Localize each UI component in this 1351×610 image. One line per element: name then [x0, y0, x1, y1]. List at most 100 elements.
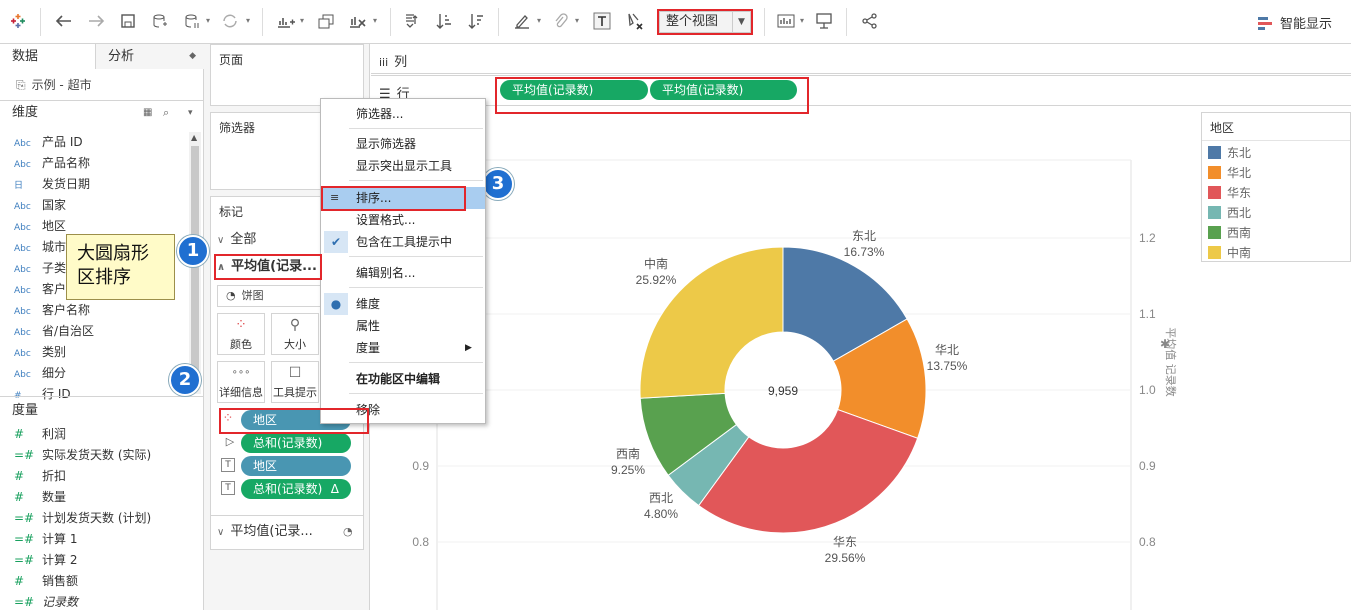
chevron-down-icon[interactable]: ▾: [575, 16, 583, 25]
menu-item-measure[interactable]: 度量 ▶: [321, 337, 485, 359]
slice-percent-label[interactable]: 16.73%: [844, 245, 885, 259]
measure-item[interactable]: # 折扣: [0, 466, 190, 487]
slice-name-label[interactable]: 华北: [935, 343, 959, 357]
menu-item-edit-in-shelf[interactable]: 在功能区中编辑: [321, 368, 485, 390]
legend-item[interactable]: 中南: [1208, 243, 1251, 263]
tab-analysis[interactable]: 分析 ◆: [96, 44, 204, 69]
chevron-down-icon[interactable]: ▾: [300, 16, 308, 25]
paperclip-icon[interactable]: [548, 9, 572, 33]
menu-item-edit-alias[interactable]: 编辑别名...: [321, 262, 485, 284]
slice-name-label[interactable]: 中南: [644, 256, 668, 271]
tooltip-button[interactable]: ☐ 工具提示: [271, 361, 319, 403]
chevron-down-icon[interactable]: ▾: [373, 16, 381, 25]
dimension-item[interactable]: Abc 产品 ID: [0, 132, 190, 153]
chevron-up-icon[interactable]: ▲: [191, 133, 197, 142]
measure-item[interactable]: =# 计算 2: [0, 550, 190, 571]
show-me-button[interactable]: 智能显示: [1258, 13, 1332, 32]
pill-sum-label[interactable]: 总和(记录数) Δ: [241, 479, 351, 499]
pause-updates-icon[interactable]: [180, 9, 204, 33]
pill-region-label[interactable]: 地区: [241, 456, 351, 476]
duplicate-sheet-icon[interactable]: [314, 9, 338, 33]
legend-item[interactable]: 东北: [1208, 143, 1251, 163]
dimension-item[interactable]: Abc 类别: [0, 342, 190, 363]
measure-item[interactable]: =# 实际发货天数 (实际): [0, 445, 190, 466]
menu-item-filter[interactable]: 筛选器...: [321, 103, 485, 125]
marks-avg2-row[interactable]: ∨ 平均值(记录... ◔: [217, 521, 353, 543]
slice-percent-label[interactable]: 29.56%: [825, 551, 866, 565]
slice-name-label[interactable]: 东北: [852, 229, 876, 243]
row-pill-2[interactable]: 平均值(记录数): [649, 80, 797, 100]
sort-ascending-icon[interactable]: [432, 9, 456, 33]
measure-item[interactable]: =# 计划发货天数 (计划): [0, 508, 190, 529]
measure-item[interactable]: =# 记录数: [0, 592, 190, 610]
search-icon[interactable]: ⌕: [163, 101, 169, 125]
dimension-item[interactable]: Abc 客户名称: [0, 300, 190, 321]
measure-item[interactable]: # 销售额: [0, 571, 190, 592]
color-button[interactable]: ⁘ 颜色: [217, 313, 265, 355]
clear-sheet-icon[interactable]: [346, 9, 370, 33]
measure-item[interactable]: =# 计算 1: [0, 529, 190, 550]
highlight-pen-icon[interactable]: [510, 9, 534, 33]
dimension-item[interactable]: Abc 国家: [0, 195, 190, 216]
legend-item[interactable]: 华北: [1208, 163, 1251, 183]
menu-item-format[interactable]: 设置格式...: [321, 209, 485, 231]
presentation-mode-icon[interactable]: [812, 9, 836, 33]
pages-card[interactable]: 页面: [210, 44, 364, 106]
slice-percent-label[interactable]: 4.80%: [644, 507, 678, 521]
detail-button[interactable]: ∘∘∘ 详细信息: [217, 361, 265, 403]
sort-descending-icon[interactable]: [464, 9, 488, 33]
slice-percent-label[interactable]: 13.75%: [927, 359, 968, 373]
fix-axes-icon[interactable]: [622, 9, 646, 33]
chevron-down-icon[interactable]: ▼: [732, 12, 750, 32]
legend-item[interactable]: 西北: [1208, 203, 1251, 223]
swap-rows-columns-icon[interactable]: [400, 9, 424, 33]
menu-item-include-tooltip[interactable]: 包含在工具提示中: [321, 231, 485, 253]
save-icon[interactable]: [116, 9, 140, 33]
menu-item-sort[interactable]: ≡ 排序...: [321, 187, 485, 209]
columns-shelf[interactable]: iii 列: [371, 44, 1351, 74]
slice-name-label[interactable]: 西北: [649, 491, 673, 505]
menu-item-show-filter[interactable]: 显示筛选器: [321, 133, 485, 155]
chevron-down-icon[interactable]: ▾: [800, 16, 808, 25]
datasource-item[interactable]: ⎘ 示例 - 超市: [0, 69, 204, 101]
view-grid-icon[interactable]: ▦: [143, 101, 152, 125]
fit-view-select[interactable]: 整个视图 ▼: [659, 11, 751, 33]
pill-sum-angle[interactable]: 总和(记录数): [241, 433, 351, 453]
marks-all-row[interactable]: ∨ 全部: [217, 229, 256, 251]
measure-item[interactable]: # 利润: [0, 424, 190, 445]
legend-item[interactable]: 华东: [1208, 183, 1251, 203]
dimension-item[interactable]: Abc 产品名称: [0, 153, 190, 174]
slice-name-label[interactable]: 西南: [616, 446, 640, 461]
tab-data[interactable]: 数据: [0, 44, 96, 69]
dimension-item[interactable]: Abc 省/自治区: [0, 321, 190, 342]
undo-icon[interactable]: [52, 9, 76, 33]
chevron-down-icon[interactable]: ▾: [188, 101, 193, 125]
chevron-down-icon[interactable]: ▾: [537, 16, 545, 25]
chevron-down-icon[interactable]: ▾: [246, 16, 254, 25]
marks-avg1-row[interactable]: ∧ 平均值(记录...: [217, 256, 317, 278]
chevron-down-icon[interactable]: ▾: [206, 16, 214, 25]
dimension-item[interactable]: Abc 细分: [0, 363, 190, 384]
share-icon[interactable]: [858, 9, 882, 33]
new-worksheet-icon[interactable]: [274, 9, 298, 33]
size-button[interactable]: ⚲ 大小: [271, 313, 319, 355]
row-pill-1[interactable]: 平均值(记录数): [500, 80, 648, 100]
new-datasource-icon[interactable]: [148, 9, 172, 33]
slice-percent-label[interactable]: 9.25%: [611, 463, 645, 477]
menu-item-remove[interactable]: 移除: [321, 399, 485, 421]
slice-percent-label[interactable]: 25.92%: [636, 273, 677, 287]
refresh-icon[interactable]: [218, 9, 242, 33]
menu-item-dimension[interactable]: 维度: [321, 293, 485, 315]
rows-shelf[interactable]: ☰ 行 平均值(记录数) 平均值(记录数): [371, 76, 1351, 106]
measure-item[interactable]: # 数量: [0, 487, 190, 508]
redo-icon[interactable]: [84, 9, 108, 33]
dimension-item[interactable]: 日 发货日期: [0, 174, 190, 195]
tableau-logo-icon[interactable]: [6, 9, 30, 33]
menu-item-show-highlighter[interactable]: 显示突出显示工具: [321, 155, 485, 177]
region-legend[interactable]: 地区 东北 华北 华东 西北 西南 中南: [1201, 112, 1351, 262]
slice-name-label[interactable]: 华东: [833, 535, 857, 549]
legend-item[interactable]: 西南: [1208, 223, 1251, 243]
show-mark-labels-icon[interactable]: [590, 9, 614, 33]
menu-item-attribute[interactable]: 属性: [321, 315, 485, 337]
show-hide-cards-icon[interactable]: [774, 9, 798, 33]
